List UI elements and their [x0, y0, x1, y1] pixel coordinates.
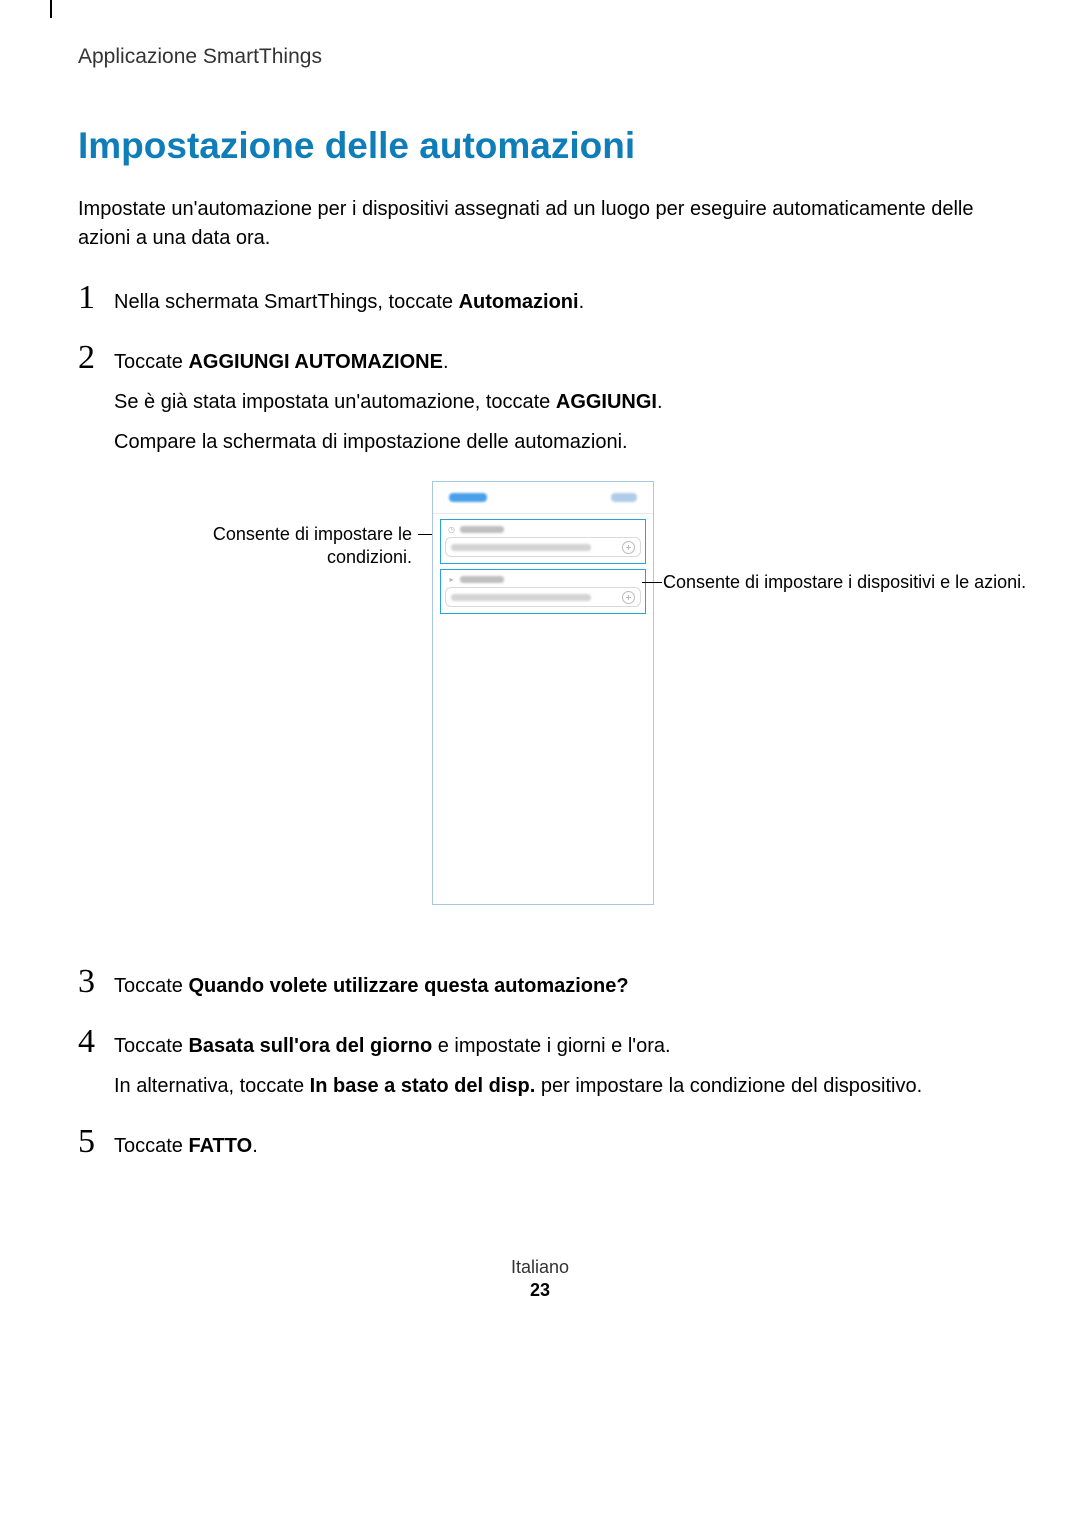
step-number: 2 [78, 341, 114, 375]
step-number: 4 [78, 1025, 114, 1059]
text: e impostate i giorni e l'ora. [432, 1035, 670, 1057]
step-body: Toccate Quando volete utilizzare questa … [114, 965, 629, 1011]
cancel-button-blurred [449, 493, 487, 502]
bold-text: FATTO [188, 1135, 252, 1157]
page-footer: Italiano 23 [0, 1257, 1080, 1301]
actions-section: ▸ [440, 569, 646, 614]
section-label-blurred [460, 576, 504, 583]
row-text-blurred [451, 594, 591, 601]
step-body: Toccate AGGIUNGI AUTOMAZIONE. Se è già s… [114, 341, 663, 467]
leader-line [642, 582, 662, 583]
phone-header [433, 482, 653, 514]
text: Toccate [114, 351, 188, 373]
save-button-blurred [611, 493, 637, 502]
page-title: Impostazione delle automazioni [78, 125, 1002, 167]
intro-paragraph: Impostate un'automazione per i dispositi… [78, 195, 1002, 253]
text: Se è già stata impostata un'automazione,… [114, 391, 556, 413]
text: . [443, 351, 449, 373]
bold-text: In base a stato del disp. [310, 1075, 536, 1097]
conditions-section: ◷ [440, 519, 646, 564]
step-3: 3 Toccate Quando volete utilizzare quest… [78, 965, 1002, 1011]
bold-text: AGGIUNGI [556, 391, 657, 413]
section-label-blurred [460, 526, 504, 533]
step-body: Nella schermata SmartThings, toccate Aut… [114, 281, 584, 327]
step-2: 2 Toccate AGGIUNGI AUTOMAZIONE. Se è già… [78, 341, 1002, 467]
footer-language: Italiano [0, 1257, 1080, 1278]
crop-mark [50, 0, 52, 18]
text: Compare la schermata di impostazione del… [114, 427, 663, 457]
action-row [445, 587, 641, 607]
step-body: Toccate Basata sull'ora del giorno e imp… [114, 1025, 922, 1111]
step-number: 1 [78, 281, 114, 315]
bold-text: Quando volete utilizzare questa automazi… [188, 975, 628, 997]
callout-conditions: Consente di impostare le condizioni. [158, 523, 412, 570]
text: . [579, 291, 585, 313]
phone-mockup: ◷ ▸ [432, 481, 654, 905]
text: per impostare la condizione del disposit… [535, 1075, 922, 1097]
play-icon: ▸ [447, 575, 456, 584]
figure: Consente di impostare le condizioni. ◷ [78, 481, 1002, 941]
text: In alternativa, toccate [114, 1075, 310, 1097]
footer-page-number: 23 [0, 1280, 1080, 1301]
step-1: 1 Nella schermata SmartThings, toccate A… [78, 281, 1002, 327]
plus-icon [622, 541, 635, 554]
text: . [657, 391, 663, 413]
bold-text: AGGIUNGI AUTOMAZIONE [188, 351, 442, 373]
bold-text: Automazioni [459, 291, 579, 313]
step-number: 5 [78, 1125, 114, 1159]
step-number: 3 [78, 965, 114, 999]
row-text-blurred [451, 544, 591, 551]
step-body: Toccate FATTO. [114, 1125, 258, 1171]
callout-actions: Consente di impostare i dispositivi e le… [663, 571, 1033, 594]
text: Toccate [114, 975, 188, 997]
step-4: 4 Toccate Basata sull'ora del giorno e i… [78, 1025, 1002, 1111]
bold-text: Basata sull'ora del giorno [188, 1035, 432, 1057]
text: Toccate [114, 1035, 188, 1057]
text: Nella schermata SmartThings, toccate [114, 291, 459, 313]
text: Toccate [114, 1135, 188, 1157]
condition-row [445, 537, 641, 557]
page-content: Applicazione SmartThings Impostazione de… [0, 0, 1080, 1171]
text: . [252, 1135, 258, 1157]
clock-icon: ◷ [447, 525, 456, 534]
running-header: Applicazione SmartThings [78, 45, 1002, 69]
plus-icon [622, 591, 635, 604]
step-5: 5 Toccate FATTO. [78, 1125, 1002, 1171]
